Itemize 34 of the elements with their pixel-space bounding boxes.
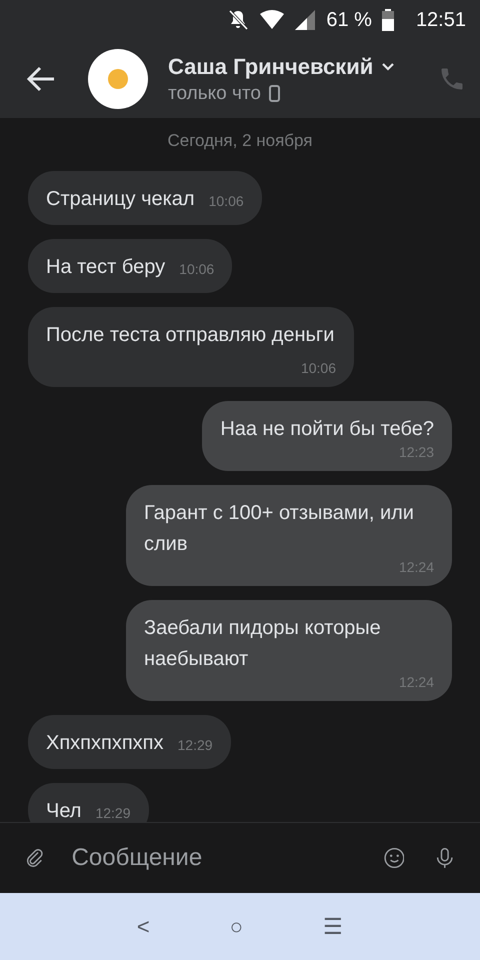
signal-icon <box>294 9 316 31</box>
message-text: На тест беру <box>46 256 166 278</box>
chevron-down-icon[interactable] <box>381 62 396 72</box>
message-bubble[interactable]: После теста отправляю деньги 10:06 <box>28 307 354 387</box>
message-time: 12:29 <box>95 804 131 822</box>
date-divider: Сегодня, 2 ноября <box>167 131 313 151</box>
recents-nav-button[interactable]: ☰ <box>323 914 344 940</box>
home-nav-button[interactable]: ○ <box>230 914 244 940</box>
clock: 12:51 <box>416 8 466 32</box>
message-text: Чел <box>46 800 82 822</box>
contact-name[interactable]: Саша Гринчевский <box>168 54 374 80</box>
message-text: Гарант с 100+ отзывами, или слив <box>144 502 414 555</box>
message-bubble[interactable]: Хпхпхпхпхпх 12:29 <box>28 715 231 769</box>
battery-icon <box>382 9 394 31</box>
emoji-icon <box>107 68 129 90</box>
message-bubble[interactable]: На тест беру 10:06 <box>28 239 232 293</box>
message-text: Наа не пойти бы тебе? <box>220 418 434 440</box>
message-bubble[interactable]: Страницу чекал 10:06 <box>28 171 262 225</box>
message-text: Хпхпхпхпхпх <box>46 732 164 754</box>
message-time: 10:06 <box>208 192 244 210</box>
message-bubble[interactable]: Чел 12:29 <box>28 783 149 822</box>
wifi-icon <box>260 10 284 30</box>
back-nav-button[interactable]: < <box>136 914 150 940</box>
message-text: Страницу чекал <box>46 188 195 210</box>
phone-device-icon <box>268 85 280 102</box>
message-text: Заебали пидоры которые наебывают <box>144 617 381 670</box>
back-arrow-icon[interactable] <box>26 66 56 92</box>
message-time: 10:06 <box>179 260 214 278</box>
message-time: 10:06 <box>300 359 336 377</box>
message-text: После теста отправляю деньги <box>46 324 334 346</box>
last-seen-status: только что <box>168 82 261 104</box>
message-time: 12:29 <box>178 736 213 754</box>
battery-level: 61 % <box>326 8 372 32</box>
message-input-field[interactable]: Сообщение <box>70 837 384 879</box>
